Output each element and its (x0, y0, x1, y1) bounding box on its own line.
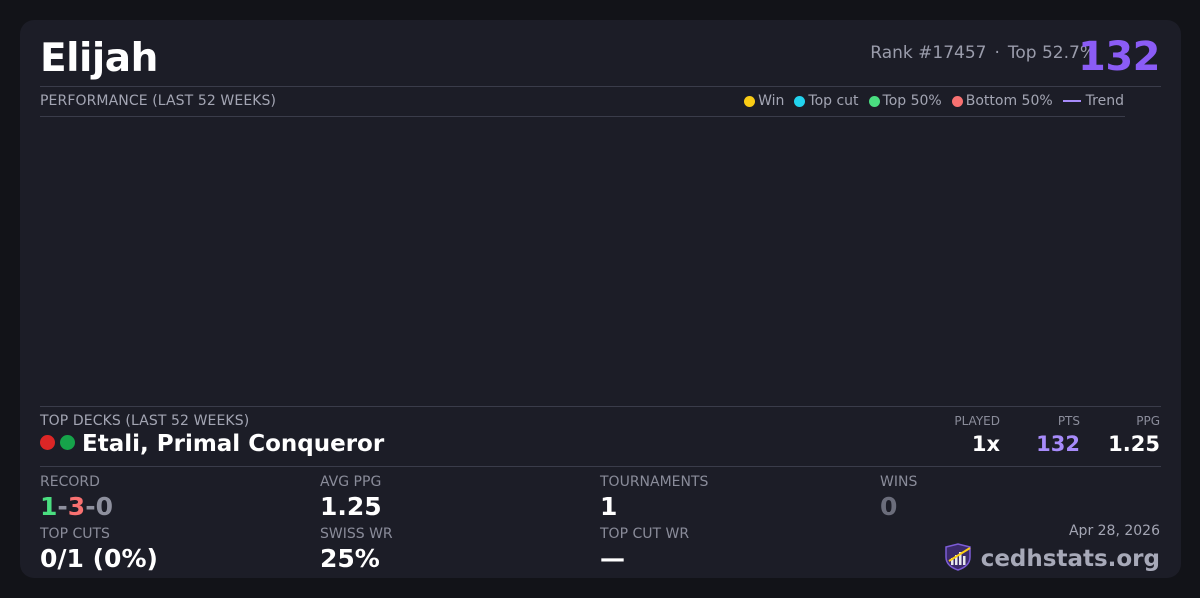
legend-bottom-50: Bottom 50% (951, 93, 1053, 109)
record-label: RECORD (40, 474, 100, 490)
green-mana-icon (60, 435, 75, 450)
bar-chart-shield-icon (943, 543, 973, 575)
deck-ppg: 1.25 (1108, 432, 1160, 456)
top-cut-wr-label: TOP CUT WR (600, 526, 690, 542)
record-sep-1: - (57, 492, 68, 521)
legend-trend: Trend (1062, 93, 1124, 109)
top-decks-label: TOP DECKS (LAST 52 WEEKS) (40, 413, 250, 429)
player-score: 132 (1078, 34, 1161, 80)
top-cut-wr-value: — (600, 544, 625, 573)
bottom-50-dot-icon (951, 95, 963, 107)
wins-value: 0 (880, 492, 898, 521)
legend-top-cut-label: Top cut (808, 93, 859, 109)
brand-text: cedhstats.org (980, 546, 1160, 572)
deck-name[interactable]: Etali, Primal Conqueror (82, 431, 384, 457)
record-losses: 3 (67, 492, 86, 521)
deck-pts: 132 (1036, 432, 1080, 456)
top-50-dot-icon (868, 95, 880, 107)
wins-label: WINS (880, 474, 918, 490)
top-cuts-label: TOP CUTS (40, 526, 110, 542)
swiss-wr-value: 25% (320, 544, 380, 573)
legend-bottom-50-label: Bottom 50% (965, 93, 1053, 109)
played-header: PLAYED (954, 414, 1000, 428)
legend-top-50: Top 50% (868, 93, 942, 109)
rank-line: Rank #17457 · Top 52.7% (870, 43, 1096, 63)
brand-link[interactable]: cedhstats.org (943, 543, 1160, 575)
legend-win-label: Win (758, 93, 785, 109)
stats-divider (40, 466, 1161, 467)
legend-top-cut: Top cut (794, 93, 859, 109)
deck-played: 1x (971, 432, 1000, 456)
legend-trend-label: Trend (1085, 93, 1124, 109)
performance-label: PERFORMANCE (LAST 52 WEEKS) (40, 93, 277, 109)
record-sep-2: - (85, 492, 96, 521)
legend-win: Win (744, 93, 784, 109)
performance-legend: Win Top cut Top 50% Bottom 50% Trend (744, 93, 1124, 109)
win-dot-icon (744, 95, 756, 107)
record-value: 1-3-0 (40, 492, 113, 521)
tournaments-label: TOURNAMENTS (600, 474, 709, 490)
record-draws: 0 (95, 492, 113, 521)
ppg-header: PPG (1136, 414, 1160, 428)
player-name: Elijah (40, 36, 158, 81)
trend-line-icon (1062, 100, 1081, 102)
avg-ppg-value: 1.25 (320, 492, 382, 521)
header-divider (40, 86, 1161, 87)
rank-text: Rank #17457 (870, 43, 987, 63)
player-stats-card: Elijah Rank #17457 · Top 52.7% 132 PERFORM… (20, 20, 1181, 578)
red-mana-icon (40, 435, 55, 450)
swiss-wr-label: SWISS WR (320, 526, 393, 542)
chart-bottom-divider (40, 406, 1161, 407)
pts-header: PTS (1057, 414, 1080, 428)
top-cut-dot-icon (794, 95, 806, 107)
record-wins: 1 (40, 492, 58, 521)
performance-chart-area (40, 117, 1125, 405)
top-cuts-value: 0/1 (0%) (40, 544, 158, 573)
snapshot-date: Apr 28, 2026 (1068, 523, 1160, 539)
tournaments-value: 1 (600, 492, 618, 521)
avg-ppg-label: AVG PPG (320, 474, 382, 490)
legend-top-50-label: Top 50% (882, 93, 942, 109)
rank-separator: · (994, 43, 1000, 63)
